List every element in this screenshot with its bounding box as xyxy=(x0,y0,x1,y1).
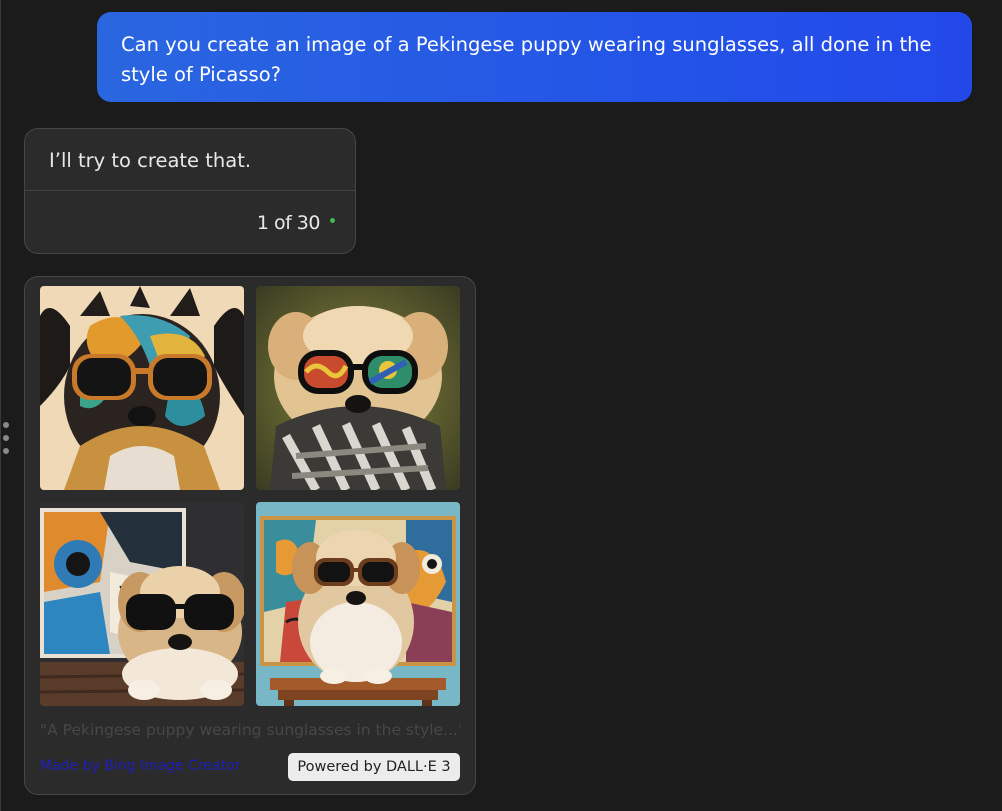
image-prompt-caption: "A Pekingese puppy wearing sunglasses in… xyxy=(40,721,460,739)
generated-image-2[interactable] xyxy=(256,286,460,490)
pekingese-on-table-with-painting-icon xyxy=(256,502,460,706)
pekingese-with-cubist-painting-icon xyxy=(40,502,244,706)
window-edge xyxy=(0,0,1,811)
turn-counter: 1 of 30 xyxy=(256,211,321,234)
user-message-bubble: Can you create an image of a Pekingese p… xyxy=(97,12,972,102)
pekingese-cubist-portrait-icon xyxy=(40,286,244,490)
user-message-text: Can you create an image of a Pekingese p… xyxy=(121,33,932,86)
made-by-bing-link[interactable]: Made by Bing Image Creator xyxy=(40,758,240,774)
generated-image-4[interactable] xyxy=(256,502,460,706)
more-options-handle-icon[interactable] xyxy=(3,422,9,454)
generated-image-3[interactable] xyxy=(40,502,244,706)
generated-images-card: "A Pekingese puppy wearing sunglasses in… xyxy=(24,276,476,795)
powered-by-dalle-button[interactable]: Powered by DALL·E 3 xyxy=(288,753,460,781)
bot-message-bubble: I’ll try to create that. 1 of 30 xyxy=(24,128,356,254)
pekingese-with-scarf-icon xyxy=(256,286,460,490)
bot-message-footer: 1 of 30 xyxy=(25,191,355,253)
bot-message-text: I’ll try to create that. xyxy=(49,149,252,172)
generated-image-1[interactable] xyxy=(40,286,244,490)
status-dot-icon xyxy=(330,218,335,223)
